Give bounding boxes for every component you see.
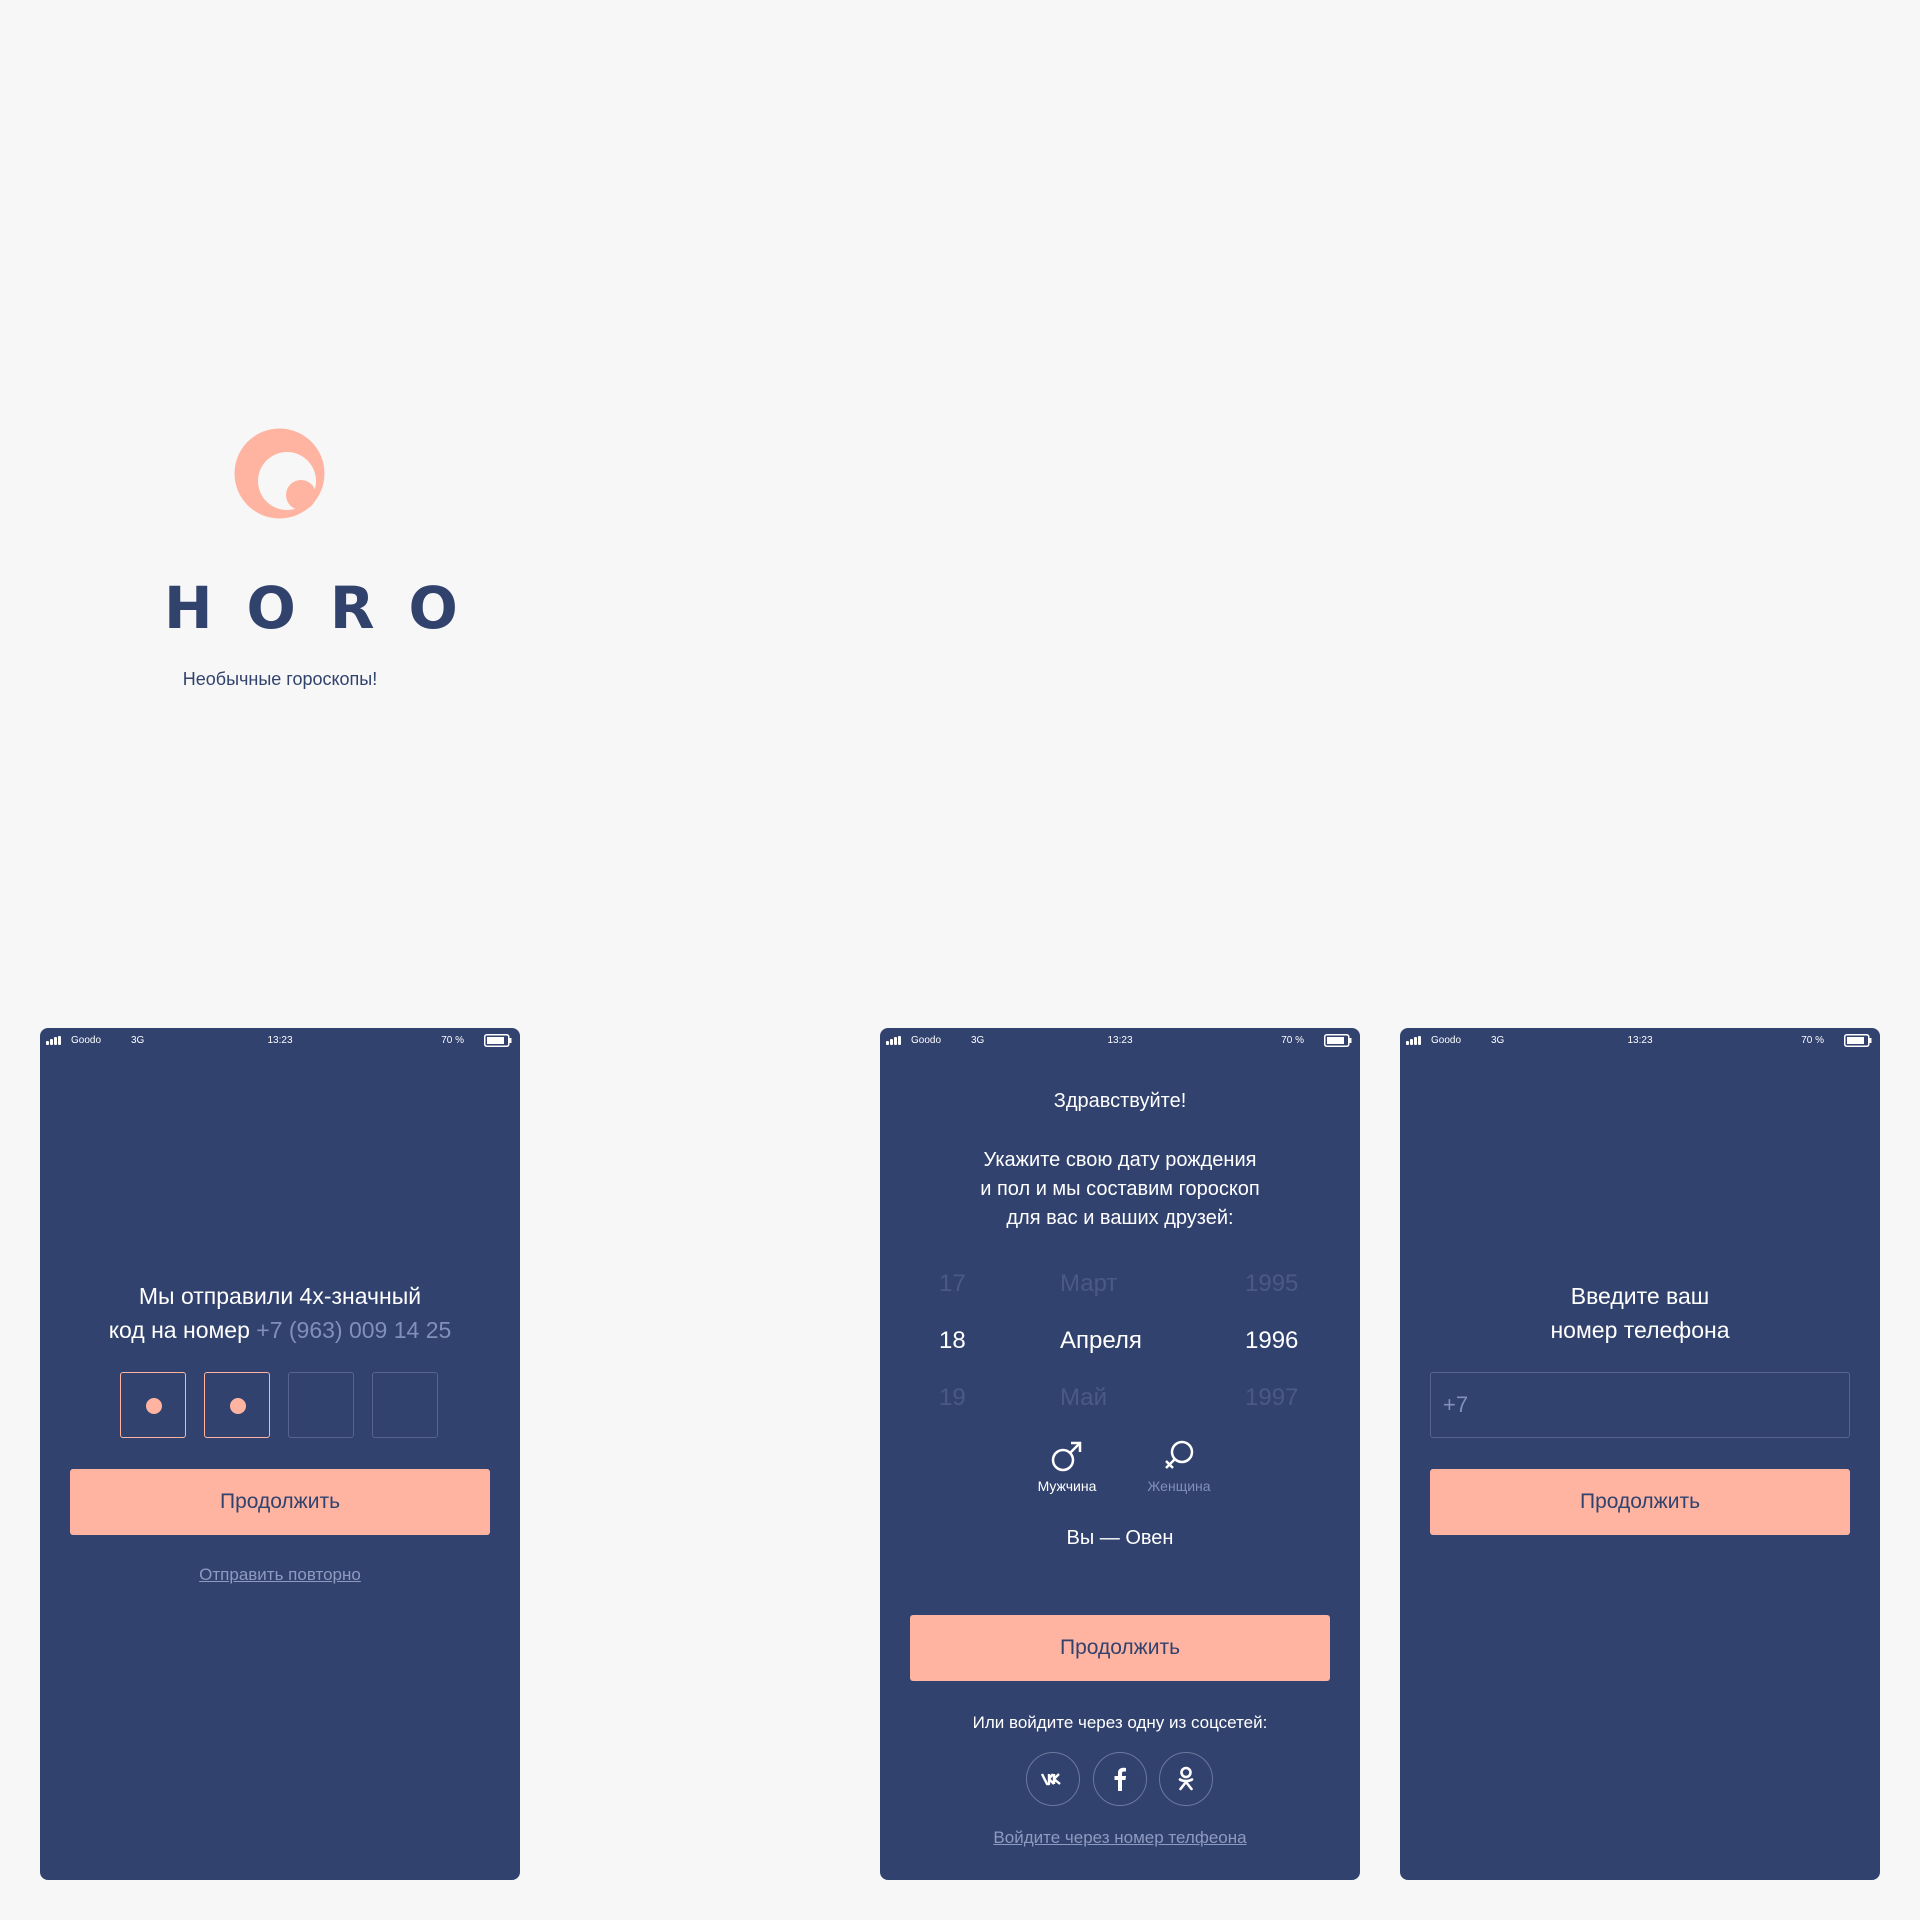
gender-female-label: Женщина bbox=[1147, 1478, 1211, 1494]
continue-button[interactable]: Продолжить bbox=[910, 1615, 1330, 1681]
day-next[interactable]: 19 bbox=[939, 1384, 966, 1412]
phone-entry-title: Введите ваш номер телефона bbox=[1400, 1279, 1880, 1347]
odnoklassniki-glyph bbox=[1178, 1766, 1194, 1791]
phone-login-link[interactable]: Войдите через номер телфеона bbox=[993, 1828, 1246, 1847]
zodiac-sign: Вы — Овен bbox=[1066, 1527, 1174, 1549]
gender-female-option[interactable]: Женщина bbox=[1134, 1439, 1224, 1494]
month-next[interactable]: Май bbox=[1060, 1384, 1107, 1412]
status-bar: Goodo 3G 13:23 70 % bbox=[40, 1028, 520, 1054]
social-login-prompt: Или войдите через одну из соцсетей: bbox=[972, 1713, 1268, 1732]
digit-entered-dot bbox=[146, 1398, 162, 1414]
gender-male-label: Мужчина bbox=[1037, 1478, 1097, 1494]
continue-button[interactable]: Продолжить bbox=[1430, 1469, 1850, 1535]
year-prev[interactable]: 1995 bbox=[1245, 1270, 1298, 1298]
gender-male-option[interactable]: Мужчина bbox=[1022, 1439, 1112, 1494]
continue-button[interactable]: Продолжить bbox=[70, 1469, 490, 1535]
brand-tagline: Необычные гороскопы! bbox=[182, 669, 378, 689]
odnoklassniki-icon[interactable] bbox=[1159, 1752, 1213, 1806]
phone-entry-title-line1: Введите ваш bbox=[1570, 1283, 1710, 1309]
battery-percent: 70 % bbox=[1801, 1035, 1824, 1046]
brand-title: HORO bbox=[164, 574, 492, 642]
resend-code-link[interactable]: Отправить повторно bbox=[199, 1565, 361, 1584]
code-digit-3[interactable] bbox=[288, 1372, 354, 1438]
instructions-line3: для вас и ваших друзей: bbox=[1006, 1207, 1234, 1229]
code-sent-prefix: код на номер bbox=[108, 1317, 257, 1343]
code-confirmation-screen: Goodo 3G 13:23 70 % Мы отправили 4х-знач… bbox=[40, 1028, 520, 1880]
vk-icon[interactable] bbox=[1026, 1752, 1080, 1806]
facebook-glyph bbox=[1114, 1767, 1126, 1791]
male-icon bbox=[1051, 1441, 1082, 1472]
instructions-line2: и пол и мы составим гороскоп bbox=[980, 1178, 1260, 1200]
phone-number-input[interactable]: +7 bbox=[1430, 1372, 1850, 1438]
battery-percent: 70 % bbox=[1281, 1035, 1304, 1046]
battery-icon bbox=[1844, 1034, 1872, 1047]
phone-login-row: Войдите через номер телфеона bbox=[880, 1828, 1360, 1848]
code-digit-1[interactable] bbox=[120, 1372, 186, 1438]
month-current[interactable]: Апреля bbox=[1060, 1327, 1142, 1355]
vk-glyph bbox=[1040, 1773, 1061, 1786]
status-bar: Goodo 3G 13:23 70 % bbox=[1400, 1028, 1880, 1054]
birth-date-screen: Goodo 3G 13:23 70 % Здравствуйте! Укажит… bbox=[880, 1028, 1360, 1880]
day-prev[interactable]: 17 bbox=[939, 1270, 966, 1298]
year-next[interactable]: 1997 bbox=[1245, 1384, 1298, 1412]
digit-entered-dot bbox=[230, 1398, 246, 1414]
instructions-line1: Укажите свою дату рождения bbox=[983, 1149, 1257, 1171]
code-digit-2[interactable] bbox=[204, 1372, 270, 1438]
sent-phone-number: +7 (963) 009 14 25 bbox=[256, 1317, 452, 1343]
year-current[interactable]: 1996 bbox=[1245, 1327, 1298, 1355]
month-prev[interactable]: Март bbox=[1060, 1270, 1117, 1298]
day-current[interactable]: 18 bbox=[939, 1327, 966, 1355]
facebook-icon[interactable] bbox=[1093, 1752, 1147, 1806]
battery-icon bbox=[484, 1034, 512, 1047]
code-sent-line1: Мы отправили 4х-значный bbox=[138, 1283, 422, 1309]
code-sent-message: Мы отправили 4х-значный код на номер +7 … bbox=[40, 1279, 520, 1347]
horo-logo-icon bbox=[234, 428, 325, 519]
status-bar: Goodo 3G 13:23 70 % bbox=[880, 1028, 1360, 1054]
code-digit-4[interactable] bbox=[372, 1372, 438, 1438]
phone-entry-title-line2: номер телефона bbox=[1550, 1317, 1730, 1343]
instructions: Укажите свою дату рождения и пол и мы со… bbox=[880, 1146, 1360, 1233]
battery-icon bbox=[1324, 1034, 1352, 1047]
female-icon bbox=[1165, 1440, 1194, 1469]
code-sent-line2: код на номер +7 (963) 009 14 25 bbox=[40, 1313, 520, 1347]
greeting: Здравствуйте! bbox=[1053, 1090, 1187, 1112]
phone-entry-screen: Goodo 3G 13:23 70 % Введите ваш номер те… bbox=[1400, 1028, 1880, 1880]
resend-row: Отправить повторно bbox=[40, 1565, 520, 1585]
battery-percent: 70 % bbox=[441, 1035, 464, 1046]
